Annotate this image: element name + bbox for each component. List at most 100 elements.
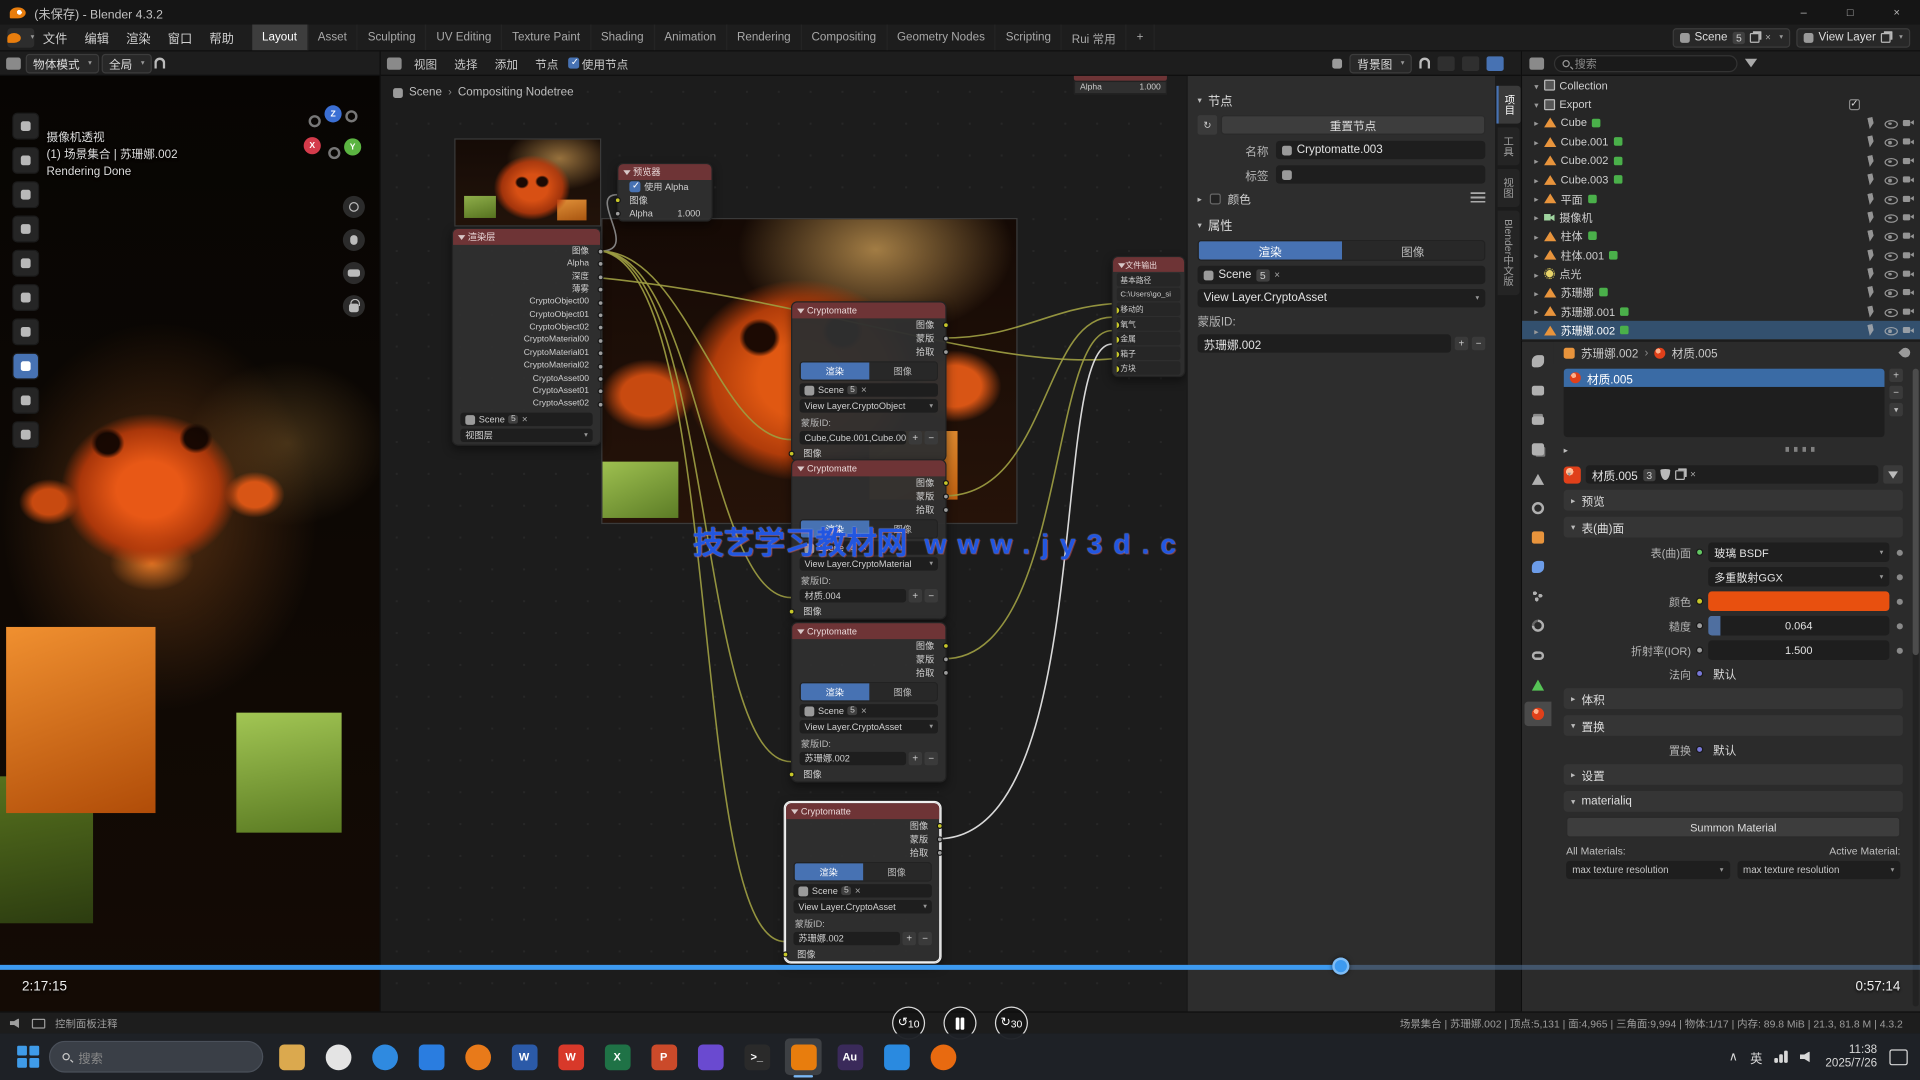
reset-node-button[interactable]: 重置节点	[1221, 115, 1485, 135]
hide-viewport-icon[interactable]	[1883, 211, 1896, 224]
source-toggle[interactable]: 渲染 图像	[800, 682, 938, 702]
expand-icon[interactable]	[1534, 117, 1538, 129]
render-visibility-icon[interactable]	[1902, 192, 1915, 205]
workspace-tab[interactable]: Texture Paint	[502, 24, 591, 50]
overlay-toggle-icon[interactable]	[1438, 56, 1455, 71]
snap-icon[interactable]	[154, 58, 165, 69]
x-neg-axis-icon[interactable]	[309, 115, 321, 127]
matte-id-field[interactable]: 苏珊娜.002	[1198, 334, 1451, 352]
decorator-icon[interactable]	[1897, 598, 1903, 604]
firefox-icon[interactable]	[924, 1038, 961, 1075]
menu-item[interactable]: 添加	[487, 54, 525, 71]
workspace-tab[interactable]: Layout	[252, 24, 308, 50]
close-button[interactable]: ×	[1873, 0, 1920, 24]
workspace-tab[interactable]: Scripting	[996, 24, 1062, 50]
node-header[interactable]: 预览器	[618, 164, 711, 180]
transform-tool[interactable]	[12, 284, 39, 311]
matte-remove-button[interactable]: −	[924, 431, 937, 444]
unlink-icon[interactable]: ×	[1274, 269, 1280, 280]
add-cube-tool[interactable]	[12, 387, 39, 414]
workspace-tab[interactable]: Shading	[591, 24, 655, 50]
file-output-node[interactable]: 文件输出 基本路径 C:\Users\go_si 移动的 氧气 金属 箱子 方块	[1112, 256, 1185, 377]
material-browse-icon[interactable]	[1564, 466, 1581, 483]
unlink-icon[interactable]: ×	[1690, 469, 1696, 480]
app-purple-icon[interactable]	[692, 1038, 729, 1075]
workspace-tab[interactable]: Compositing	[802, 24, 887, 50]
modifiers-tab[interactable]	[1524, 555, 1551, 579]
annotate-tool[interactable]	[12, 318, 39, 345]
preview-panel-header[interactable]: 预览	[1564, 490, 1903, 511]
unlink-icon[interactable]: ×	[522, 414, 528, 425]
selectable-icon[interactable]	[1865, 324, 1878, 337]
outliner-row[interactable]: 苏珊娜.002	[1522, 321, 1920, 340]
menu-item[interactable]: 窗口	[159, 24, 201, 50]
crypto-layer-select[interactable]: View Layer.CryptoAsset	[793, 900, 931, 913]
hide-viewport-icon[interactable]	[1883, 286, 1896, 299]
slot-specials-button[interactable]	[1889, 403, 1902, 416]
hide-viewport-icon[interactable]	[1883, 173, 1896, 186]
meeting-app-icon[interactable]	[413, 1038, 450, 1075]
refresh-icon[interactable]: ↻	[1198, 115, 1218, 135]
node-header[interactable]: Cryptomatte	[786, 803, 939, 819]
pin-icon[interactable]	[1333, 58, 1343, 68]
menu-item[interactable]: 视图	[407, 54, 445, 71]
roughness-slider[interactable]: 0.064	[1708, 616, 1889, 636]
expand-icon[interactable]	[1534, 287, 1538, 299]
scene-selector[interactable]: Scene 5 ×	[800, 383, 938, 396]
displacement-panel-header[interactable]: 置换	[1564, 715, 1903, 736]
media-app-icon[interactable]	[459, 1038, 496, 1075]
world-tab[interactable]	[1524, 496, 1551, 520]
selectable-icon[interactable]	[1865, 229, 1878, 242]
selectable-icon[interactable]	[1865, 286, 1878, 299]
menu-item[interactable]: 渲染	[118, 24, 160, 50]
base-color-swatch[interactable]	[1708, 591, 1889, 611]
expand-icon[interactable]	[1534, 155, 1538, 167]
render-visibility-icon[interactable]	[1902, 154, 1915, 167]
expand-icon[interactable]	[1534, 230, 1538, 242]
render-visibility-icon[interactable]	[1902, 173, 1915, 186]
select-box-tool[interactable]	[12, 113, 39, 140]
settings-panel-header[interactable]: 设置	[1564, 764, 1903, 785]
lock-icon[interactable]	[343, 295, 365, 317]
crypto-layer-select[interactable]: View Layer.CryptoObject	[800, 399, 938, 412]
volume-icon[interactable]	[1800, 1051, 1813, 1062]
node-canvas[interactable]: Scene Compositing Nodetree Alph	[381, 76, 1187, 1012]
max-texture-resolution-select-2[interactable]: max texture resolution	[1737, 861, 1900, 879]
render-visibility-icon[interactable]	[1902, 248, 1915, 261]
video-progress-bar[interactable]	[0, 965, 1920, 970]
image-tab[interactable]: 图像	[1341, 241, 1484, 259]
fake-user-icon[interactable]	[1661, 469, 1671, 480]
expand-icon[interactable]	[1534, 211, 1538, 223]
node-header[interactable]: 渲染层	[453, 229, 600, 245]
edge-icon[interactable]	[366, 1038, 403, 1075]
object-data-tab[interactable]	[1524, 672, 1551, 696]
file-explorer-icon[interactable]	[273, 1038, 310, 1075]
outliner-row[interactable]: Cube.003	[1522, 170, 1920, 189]
max-texture-resolution-select[interactable]: max texture resolution	[1566, 861, 1729, 879]
pin-icon[interactable]	[1898, 346, 1912, 360]
matte-add-button[interactable]: +	[909, 752, 922, 765]
cryptomatte-node[interactable]: Cryptomatte 图像 蒙版 拾取 渲染 图像 Scene 5 × Vie…	[791, 622, 947, 782]
expand-icon[interactable]	[1534, 79, 1538, 91]
outliner-row[interactable]: Cube	[1522, 114, 1920, 133]
workspace-tab[interactable]: Geometry Nodes	[887, 24, 996, 50]
scrollbar[interactable]	[1913, 369, 1919, 1007]
object-tab[interactable]	[1524, 525, 1551, 549]
sidebar-tab[interactable]: 视图	[1498, 169, 1520, 207]
move-tool[interactable]	[12, 181, 39, 208]
use-nodes-checkbox[interactable]	[568, 58, 579, 69]
snap-icon[interactable]	[1419, 58, 1430, 69]
selectable-icon[interactable]	[1865, 154, 1878, 167]
menu-item[interactable]: 帮助	[201, 24, 243, 50]
menu-item[interactable]: 选择	[447, 54, 485, 71]
backdrop-button[interactable]: 背景图	[1350, 53, 1412, 73]
selectable-icon[interactable]	[1865, 135, 1878, 148]
pan-hand-icon[interactable]	[343, 229, 365, 251]
source-toggle[interactable]: 渲染 图像	[800, 361, 938, 381]
selectable-icon[interactable]	[1865, 305, 1878, 318]
selectable-icon[interactable]	[1865, 267, 1878, 280]
view-layer-select[interactable]: 视图层	[460, 429, 592, 442]
scene-selector[interactable]: Scene 5 ×	[1198, 266, 1486, 284]
cryptomatte-node[interactable]: Cryptomatte 图像 蒙版 拾取 渲染 图像 Scene 5 × Vie…	[791, 301, 947, 461]
x-axis-icon[interactable]: X	[304, 137, 321, 154]
